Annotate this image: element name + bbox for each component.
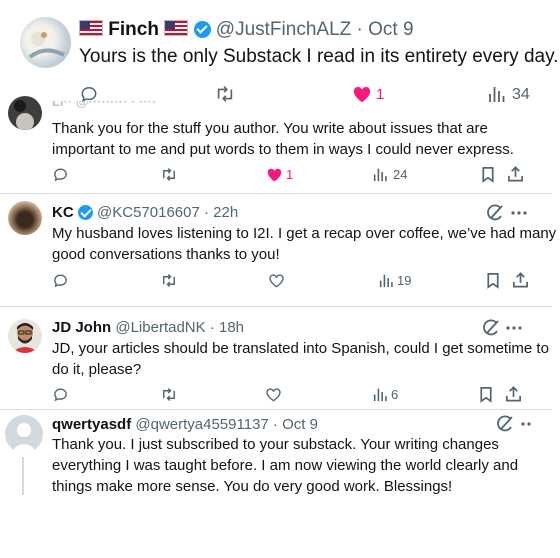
grok-icon[interactable] bbox=[482, 319, 500, 337]
tweet-text-line1: My husband loves listening to I2I. I get… bbox=[52, 225, 557, 242]
view-count: 19 bbox=[397, 273, 412, 288]
verified-badge-icon bbox=[193, 21, 211, 38]
bookmark-icon[interactable] bbox=[486, 272, 500, 289]
views-icon[interactable] bbox=[488, 85, 506, 103]
retweet-icon[interactable] bbox=[160, 386, 178, 403]
retweet-icon[interactable] bbox=[160, 166, 178, 183]
us-flag-icon bbox=[164, 20, 189, 36]
reply-author-cutoff: Li·· @········· · ···· bbox=[52, 101, 156, 108]
separator: · bbox=[204, 204, 209, 221]
tweet-text-line1: Thank you. I just subscribed to your sub… bbox=[52, 436, 499, 453]
tweet-time[interactable]: 18h bbox=[219, 319, 244, 336]
bookmark-icon[interactable] bbox=[479, 386, 493, 403]
grok-icon[interactable] bbox=[496, 415, 514, 433]
more-icon[interactable] bbox=[521, 422, 533, 426]
tweet-time[interactable]: 22h bbox=[213, 204, 238, 221]
share-icon[interactable] bbox=[507, 165, 524, 183]
author-display-name[interactable]: qwertyasdf bbox=[52, 416, 131, 433]
divider bbox=[0, 409, 552, 410]
views-icon[interactable] bbox=[373, 387, 388, 402]
like-icon[interactable] bbox=[265, 387, 282, 402]
tweet-text-line2: everything I was taught before. I am now… bbox=[52, 457, 519, 474]
like-count: 1 bbox=[286, 167, 294, 182]
views-icon[interactable] bbox=[373, 167, 388, 182]
more-icon[interactable] bbox=[511, 211, 527, 215]
reply-icon[interactable] bbox=[52, 386, 69, 403]
us-flag-icon bbox=[79, 20, 103, 36]
author-display-name[interactable]: JD John bbox=[52, 319, 111, 336]
tweet-date[interactable]: Oct 9 bbox=[368, 19, 413, 40]
grok-icon[interactable] bbox=[486, 204, 504, 222]
tweet-date[interactable]: Oct 9 bbox=[282, 416, 318, 433]
bookmark-icon[interactable] bbox=[481, 166, 495, 183]
separator: · bbox=[272, 416, 278, 433]
view-count: 34 bbox=[512, 86, 530, 103]
like-icon[interactable] bbox=[268, 273, 285, 288]
thread-line bbox=[22, 457, 24, 495]
separator: · bbox=[356, 19, 363, 40]
like-count: 1 bbox=[376, 86, 385, 103]
avatar[interactable] bbox=[8, 319, 42, 353]
tweet-text: Yours is the only Substack I read in its… bbox=[79, 46, 559, 67]
tweet-text-line3: things make more sense. You do very good… bbox=[52, 478, 453, 495]
tweet-text-line2: do it, please? bbox=[52, 361, 142, 378]
share-icon[interactable] bbox=[505, 385, 522, 403]
like-icon[interactable] bbox=[266, 167, 283, 182]
divider bbox=[0, 306, 552, 307]
reply-icon[interactable] bbox=[52, 166, 69, 183]
tweet-text-line1: JD, your articles should be translated i… bbox=[52, 340, 549, 357]
author-handle[interactable]: @JustFinchALZ bbox=[216, 19, 351, 40]
author-display-name[interactable]: KC bbox=[52, 204, 74, 221]
separator: · bbox=[209, 319, 215, 336]
avatar[interactable] bbox=[20, 17, 71, 68]
avatar[interactable] bbox=[8, 96, 42, 130]
tweet-text-line2: important to me and put words to them in… bbox=[52, 141, 514, 158]
default-avatar[interactable] bbox=[5, 415, 43, 453]
like-icon[interactable] bbox=[352, 85, 372, 103]
more-icon[interactable] bbox=[506, 326, 522, 330]
view-count: 24 bbox=[393, 167, 408, 182]
avatar[interactable] bbox=[8, 201, 42, 235]
tweet-text-line1: Thank you for the stuff you author. You … bbox=[52, 120, 488, 137]
author-handle[interactable]: @KC57016607 bbox=[97, 204, 200, 221]
retweet-icon[interactable] bbox=[214, 84, 236, 104]
divider bbox=[0, 193, 552, 194]
verified-badge-icon bbox=[77, 205, 93, 220]
views-icon[interactable] bbox=[379, 273, 394, 288]
share-icon[interactable] bbox=[512, 271, 529, 289]
author-handle[interactable]: @qwertya45591137 bbox=[135, 416, 268, 433]
retweet-icon[interactable] bbox=[160, 272, 178, 289]
view-count: 6 bbox=[391, 387, 399, 402]
reply-icon[interactable] bbox=[52, 272, 69, 289]
author-handle[interactable]: @LibertadNK bbox=[115, 319, 205, 336]
tweet-text-line2: good conversations thanks to you! bbox=[52, 246, 280, 263]
author-display-name[interactable]: Finch bbox=[108, 19, 159, 40]
